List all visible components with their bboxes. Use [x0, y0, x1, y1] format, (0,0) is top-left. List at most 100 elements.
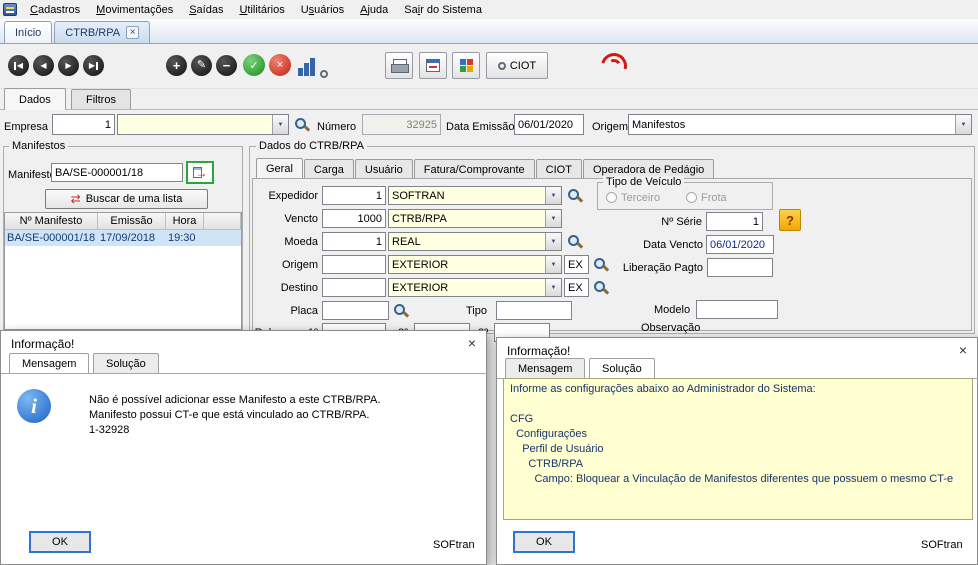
placa-search-icon[interactable] [393, 303, 408, 318]
menu-ajuda[interactable]: Ajuda [352, 2, 396, 18]
destino-search-icon[interactable] [593, 280, 608, 295]
close-icon[interactable]: × [954, 341, 972, 359]
empresa-combo[interactable]: ▼ [117, 114, 289, 135]
edit-button[interactable]: ✎ [191, 55, 212, 76]
empresa-code-input[interactable]: 1 [52, 114, 115, 135]
grid-icon [460, 59, 473, 72]
dropdown-arrow-icon[interactable]: ▼ [545, 233, 561, 250]
add-button[interactable]: + [166, 55, 187, 76]
dialog-tab-mensagem[interactable]: Mensagem [9, 353, 89, 373]
origem-search-icon[interactable] [593, 257, 608, 272]
grid-cell-hora[interactable]: 19:30 [166, 230, 204, 246]
next-record-button[interactable]: ▶ [58, 55, 79, 76]
tab-close-icon[interactable]: × [126, 26, 139, 39]
destino-code-input[interactable] [322, 278, 386, 297]
ok-button[interactable]: OK [29, 531, 91, 553]
tab-dados[interactable]: Dados [4, 88, 66, 110]
add-manifesto-button[interactable]: → [186, 161, 214, 184]
help-button[interactable]: ? [779, 209, 801, 231]
origem-uf-input[interactable]: EX [564, 255, 589, 274]
dialog-tab-solucao[interactable]: Solução [93, 353, 159, 373]
first-record-button[interactable]: ◀ [8, 55, 29, 76]
tipo-input[interactable] [496, 301, 572, 320]
placa-input[interactable] [322, 301, 389, 320]
vencto-code-input[interactable]: 1000 [322, 209, 386, 228]
grid-cell-emissao[interactable]: 17/09/2018 [98, 230, 166, 246]
dropdown-arrow-icon[interactable]: ▼ [955, 115, 971, 134]
data-vencto-input[interactable]: 06/01/2020 [706, 235, 774, 254]
dropdown-arrow-icon[interactable]: ▼ [545, 279, 561, 296]
next-icon: ▶ [65, 62, 71, 70]
ctrb-tab-fatura[interactable]: Fatura/Comprovante [414, 159, 535, 179]
origem-combo[interactable]: EXTERIOR▼ [388, 255, 562, 274]
prev-icon: ◀ [40, 62, 46, 70]
nserie-input[interactable]: 1 [706, 212, 763, 231]
origem-header-combo[interactable]: Manifestos▼ [628, 114, 972, 135]
dropdown-arrow-icon[interactable]: ▼ [545, 210, 561, 227]
last-record-button[interactable]: ▶ [83, 55, 104, 76]
cancel-button[interactable]: × [269, 54, 291, 76]
confirm-button[interactable]: ✓ [243, 54, 265, 76]
destino-combo[interactable]: EXTERIOR▼ [388, 278, 562, 297]
prev-record-button[interactable]: ◀ [33, 55, 54, 76]
menu-movimentacoes[interactable]: Movimentações [88, 2, 181, 18]
expedidor-code-input[interactable]: 1 [322, 186, 386, 205]
menu-usuarios[interactable]: Usuários [293, 2, 352, 18]
close-icon[interactable]: × [463, 334, 481, 352]
menu-sair-do-sistema[interactable]: Sair do Sistema [396, 2, 490, 18]
numero-input: 32925 [362, 114, 441, 135]
liberacao-input[interactable] [707, 258, 773, 277]
export-button[interactable] [452, 52, 480, 79]
origem-header-label: Origem [592, 121, 628, 133]
ctrb-tab-ciot[interactable]: CIOT [536, 159, 582, 179]
grid-header-hora[interactable]: Hora [166, 213, 204, 230]
origem-code-input[interactable] [322, 255, 386, 274]
dialog-tab-solucao[interactable]: Solução [589, 358, 655, 378]
grid-header-manifesto[interactable]: Nº Manifesto [5, 213, 98, 230]
remove-button[interactable]: − [216, 55, 237, 76]
dialog-title: Informação! [11, 337, 74, 351]
tab-inicio[interactable]: Início [4, 21, 52, 43]
tab-filtros[interactable]: Filtros [71, 89, 131, 110]
dropdown-arrow-icon[interactable]: ▼ [272, 115, 288, 134]
modelo-input[interactable] [696, 300, 778, 319]
menu-utilitarios[interactable]: Utilitários [231, 2, 292, 18]
ok-button[interactable]: OK [513, 531, 575, 553]
data-emissao-input[interactable]: 06/01/2020 [514, 114, 584, 135]
ciot-button[interactable]: CIOT [486, 52, 548, 79]
destino-uf-input[interactable]: EX [564, 278, 589, 297]
moeda-search-icon[interactable] [567, 234, 582, 249]
empresa-label: Empresa [4, 121, 48, 133]
moeda-combo[interactable]: REAL▼ [388, 232, 562, 251]
dialog-tab-mensagem[interactable]: Mensagem [505, 358, 585, 378]
menu-cadastros[interactable]: Cadastros [22, 2, 88, 18]
expedidor-combo[interactable]: SOFTRAN▼ [388, 186, 562, 205]
tab-ctrb-rpa[interactable]: CTRB/RPA × [54, 21, 150, 43]
ctrb-tab-geral[interactable]: Geral [256, 158, 303, 179]
help-icon: ? [786, 213, 794, 228]
empresa-search-icon[interactable] [294, 117, 309, 132]
expedidor-search-icon[interactable] [567, 188, 582, 203]
tab-filtros-label: Filtros [86, 94, 116, 106]
plus-icon: + [173, 59, 181, 72]
dialog-title: Informação! [507, 344, 570, 358]
buscar-lista-button[interactable]: ⇄ Buscar de uma lista [45, 189, 208, 209]
chart-button[interactable] [298, 54, 328, 78]
menu-saidas[interactable]: Saídas [181, 2, 231, 18]
modelo-label: Modelo [654, 304, 690, 316]
moeda-code-input[interactable]: 1 [322, 232, 386, 251]
print-button[interactable] [385, 52, 413, 79]
ctrb-tab-usuario[interactable]: Usuário [355, 159, 413, 179]
manifestos-group-title: Manifestos [9, 140, 68, 152]
grid-header-emissao[interactable]: Emissão [98, 213, 166, 230]
dropdown-arrow-icon[interactable]: ▼ [545, 187, 561, 204]
manifesto-input[interactable]: BA/SE-000001/18 [51, 163, 183, 182]
report-button[interactable] [419, 52, 447, 79]
vencto-combo[interactable]: CTRB/RPA▼ [388, 209, 562, 228]
dropdown-arrow-icon[interactable]: ▼ [545, 256, 561, 273]
origem-label: Origem [250, 259, 318, 271]
dialog-solucao: Informação! × Mensagem Solução Informe a… [496, 337, 978, 565]
grid-cell-manifesto[interactable]: BA/SE-000001/18 [5, 230, 98, 246]
ctrb-tab-carga[interactable]: Carga [304, 159, 354, 179]
softran-logo-icon[interactable] [601, 53, 627, 79]
